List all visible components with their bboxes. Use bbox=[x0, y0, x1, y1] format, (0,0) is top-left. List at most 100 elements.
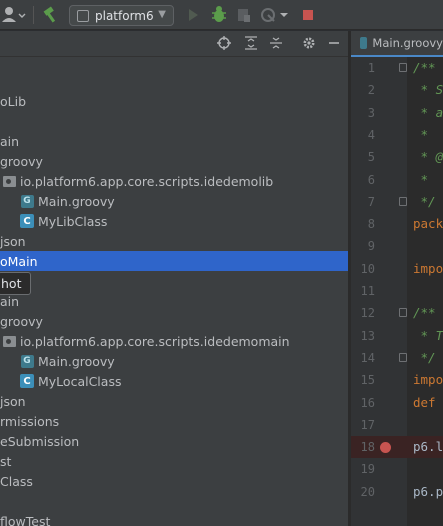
line-number: 1 bbox=[367, 61, 375, 75]
code-line[interactable]: 2 * S bbox=[351, 79, 443, 101]
code-line[interactable]: 17 bbox=[351, 414, 443, 436]
line-number: 20 bbox=[360, 484, 375, 499]
tree-item[interactable]: flowTest bbox=[0, 511, 348, 526]
tree-item[interactable]: Class bbox=[0, 471, 348, 491]
code-line[interactable]: 10 impo bbox=[351, 258, 443, 280]
run-with-coverage-icon[interactable] bbox=[236, 0, 252, 30]
code-line[interactable]: 19 bbox=[351, 458, 443, 480]
expand-all-icon[interactable] bbox=[243, 35, 259, 51]
code-text: * S bbox=[413, 82, 443, 98]
tree-item-label: flowTest bbox=[0, 513, 51, 526]
tree-item[interactable]: json bbox=[0, 391, 348, 411]
code-line[interactable]: 9 bbox=[351, 235, 443, 257]
package-icon bbox=[2, 174, 16, 188]
code-line[interactable]: 3 * a bbox=[351, 102, 443, 124]
line-number: 13 bbox=[360, 328, 375, 343]
toolbar-divider bbox=[33, 0, 34, 30]
run-config-label: platform6 bbox=[95, 8, 154, 23]
line-number: 19 bbox=[360, 462, 375, 477]
collapse-all-icon[interactable] bbox=[268, 35, 284, 51]
tree-item-label: ain bbox=[0, 133, 20, 149]
hide-panel-icon[interactable] bbox=[326, 35, 342, 51]
profile-icon[interactable] bbox=[260, 0, 288, 30]
code-line[interactable]: 8 pack bbox=[351, 213, 443, 235]
code-line[interactable]: 6 * bbox=[351, 169, 443, 191]
run-configuration-selector[interactable]: platform6 ▼ bbox=[69, 5, 174, 26]
locate-target-icon[interactable] bbox=[216, 35, 232, 51]
code-line[interactable]: 14 */ bbox=[351, 347, 443, 369]
tree-item-label: rmissions bbox=[0, 413, 60, 429]
line-number: 5 bbox=[367, 150, 375, 165]
fold-marker-icon[interactable] bbox=[399, 63, 407, 72]
tree-item[interactable]: io.platform6.app.core.scripts.idedemolib bbox=[0, 171, 348, 191]
tree-item-label: io.platform6.app.core.scripts.idedemolib bbox=[20, 173, 274, 189]
code-line[interactable]: 1 /** bbox=[351, 57, 443, 79]
line-number: 4 bbox=[367, 127, 375, 142]
tree-item[interactable]: groovy bbox=[0, 311, 348, 331]
tree-item-label: Main.groovy bbox=[38, 193, 115, 209]
build-hammer-icon[interactable] bbox=[41, 0, 59, 30]
tree-item-label: groovy bbox=[0, 153, 43, 169]
tree-item[interactable]: json bbox=[0, 231, 348, 251]
code-line[interactable]: 7 */ bbox=[351, 191, 443, 213]
run-config-icon bbox=[77, 9, 89, 22]
tree-item-label: json bbox=[0, 233, 26, 249]
tree-item[interactable]: ain bbox=[0, 131, 348, 151]
code-line[interactable]: 5 * @ bbox=[351, 146, 443, 168]
stop-icon[interactable] bbox=[301, 0, 315, 30]
code-text: * @ bbox=[413, 149, 443, 165]
debug-bug-icon[interactable] bbox=[210, 0, 228, 30]
line-number: 7 bbox=[367, 194, 375, 209]
breakpoint-icon[interactable] bbox=[380, 442, 391, 454]
chevron-down-icon: ▼ bbox=[158, 9, 166, 20]
fold-marker-icon[interactable] bbox=[399, 308, 407, 318]
project-tool-window: oLib ain groovy io.platform6.app.core.sc… bbox=[0, 31, 348, 526]
tree-item-selected[interactable]: oMain bbox=[0, 251, 348, 271]
code-line[interactable]: 15 impo bbox=[351, 369, 443, 391]
line-number: 3 bbox=[367, 105, 375, 120]
code-text: * a bbox=[413, 104, 443, 120]
fold-marker-icon[interactable] bbox=[399, 196, 407, 206]
code-text: * T bbox=[413, 327, 443, 343]
project-pane-header bbox=[0, 31, 348, 57]
code-line[interactable]: 4 * bbox=[351, 124, 443, 146]
gear-icon[interactable] bbox=[301, 35, 317, 51]
tree-item[interactable]: C MyLocalClass bbox=[0, 371, 348, 391]
code-text: /** bbox=[413, 305, 436, 321]
tree-item-label: st bbox=[0, 453, 12, 469]
code-line[interactable]: 12 /** bbox=[351, 302, 443, 324]
code-line[interactable]: 13 * T bbox=[351, 325, 443, 347]
tree-item[interactable]: G Main.groovy bbox=[0, 351, 348, 371]
tree-item-label: oMain bbox=[0, 253, 38, 269]
tree-item[interactable]: st bbox=[0, 451, 348, 471]
code-text: impo bbox=[413, 372, 443, 388]
fold-marker-icon[interactable] bbox=[399, 352, 407, 362]
tree-item[interactable]: eSubmission bbox=[0, 431, 348, 451]
tree-item[interactable]: io.platform6.app.core.scripts.idedemomai… bbox=[0, 331, 348, 351]
code-line[interactable]: 16 def bbox=[351, 392, 443, 414]
code-line[interactable]: 20 p6.p bbox=[351, 481, 443, 503]
code-text: def bbox=[413, 394, 436, 410]
tree-item[interactable]: groovy bbox=[0, 151, 348, 171]
tree-item-label: MyLibClass bbox=[38, 213, 108, 229]
code-text: */ bbox=[413, 349, 436, 365]
code-text: impo bbox=[413, 260, 443, 276]
line-number: 16 bbox=[360, 395, 375, 410]
user-icon[interactable] bbox=[0, 0, 26, 30]
tree-item[interactable]: oLib bbox=[0, 91, 348, 111]
tree-item-label: json bbox=[0, 393, 26, 409]
code-line[interactable]: 18 p6.l bbox=[351, 436, 443, 459]
tree-item-label: oLib bbox=[0, 93, 27, 109]
tree-item-label: ain bbox=[0, 293, 20, 309]
code-line[interactable]: 11 bbox=[351, 280, 443, 302]
line-number: 6 bbox=[367, 172, 375, 187]
editor-tab[interactable]: Main.groovy bbox=[351, 31, 443, 57]
tree-item[interactable]: rmissions bbox=[0, 411, 348, 431]
tree-item[interactable]: G Main.groovy bbox=[0, 191, 348, 211]
tree-item[interactable]: C MyLibClass bbox=[0, 211, 348, 231]
code-text: /** bbox=[413, 60, 436, 75]
tree-item[interactable]: ain bbox=[0, 291, 348, 311]
run-icon[interactable] bbox=[186, 0, 200, 30]
line-number: 10 bbox=[360, 261, 375, 276]
line-number: 8 bbox=[367, 217, 375, 232]
